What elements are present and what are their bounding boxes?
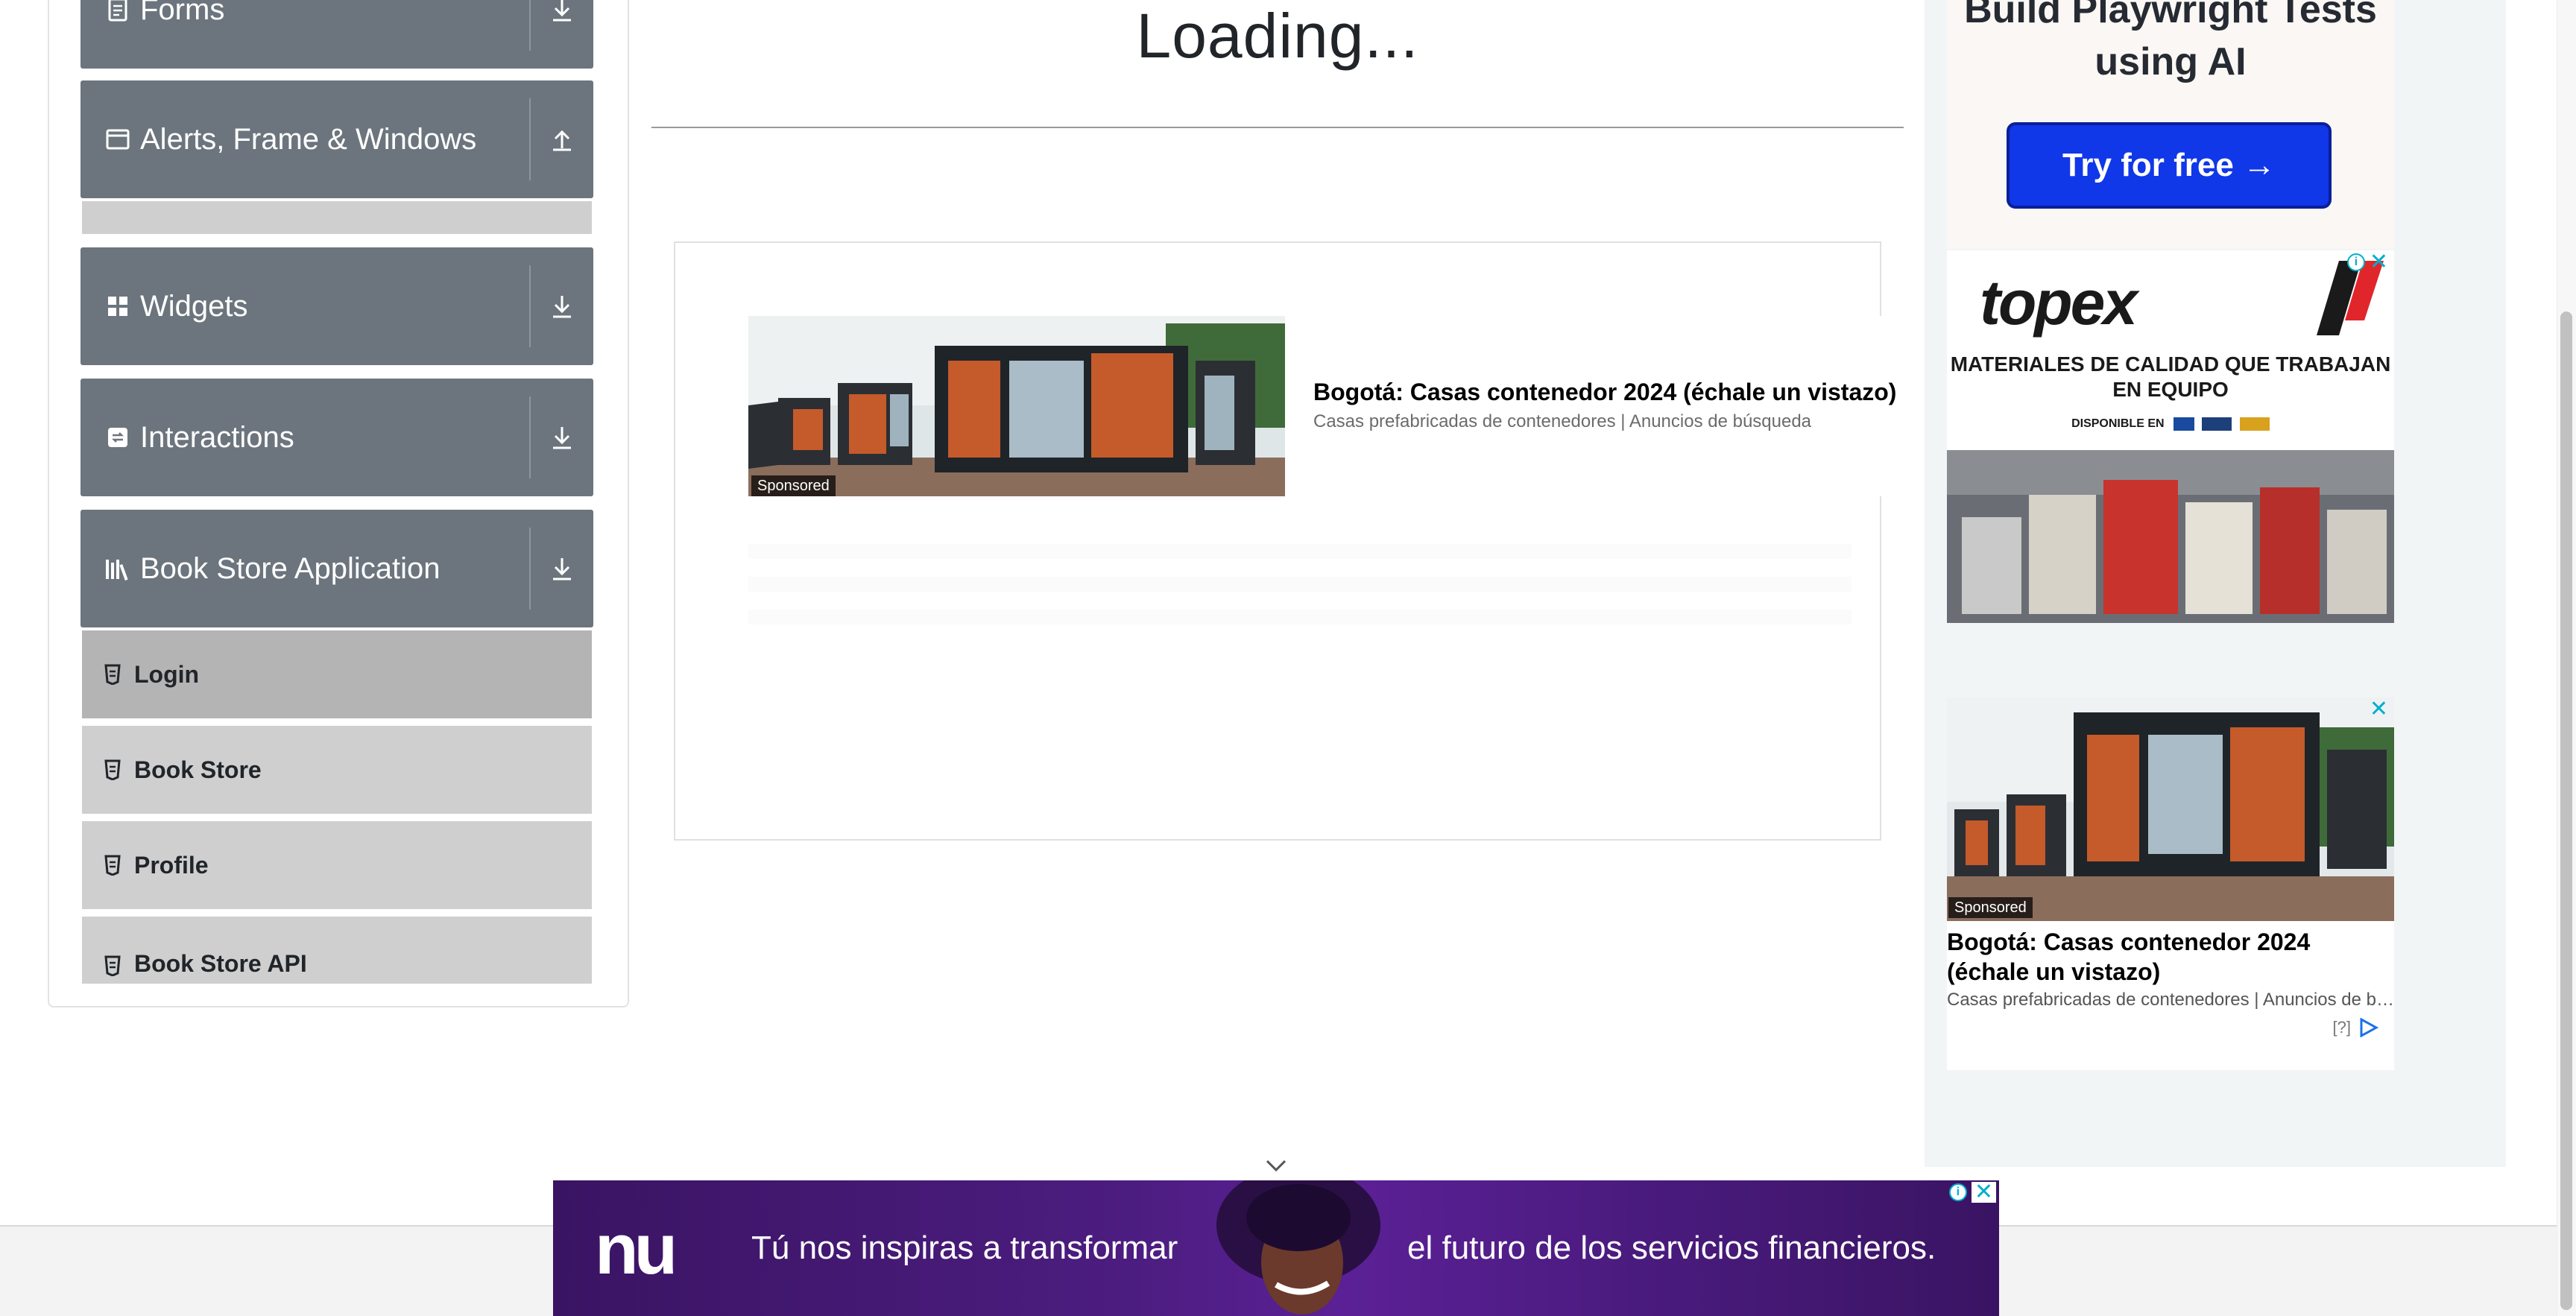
scrollbar-thumb[interactable] bbox=[2560, 311, 2572, 1310]
banner-text-left: Tú nos inspiras a transformar bbox=[751, 1230, 1178, 1266]
html5-icon bbox=[104, 853, 124, 877]
try-for-free-button[interactable]: Try for free → bbox=[2007, 122, 2332, 209]
collapsed-menu-stub bbox=[82, 201, 592, 234]
house-ad-headline[interactable]: Bogotá: Casas contenedor 2024 (échale un… bbox=[1947, 927, 2394, 987]
menu-item-label: Book Store bbox=[134, 756, 262, 783]
store-logo bbox=[2174, 417, 2194, 431]
sponsored-badge: Sponsored bbox=[1948, 897, 2033, 918]
ad-controls: i ✕ bbox=[2346, 251, 2388, 273]
group-interactions[interactable]: Interactions bbox=[80, 379, 593, 496]
menu-item-profile[interactable]: Profile bbox=[82, 818, 592, 909]
topex-product-photo bbox=[1947, 450, 2394, 623]
topex-logo: topex bbox=[1980, 268, 2138, 338]
download-arrow-icon[interactable] bbox=[531, 247, 593, 365]
widgets-icon bbox=[104, 293, 131, 320]
group-title: Forms bbox=[140, 0, 225, 26]
page-title: Loading... bbox=[1136, 1, 1419, 71]
group-title: Book Store Application bbox=[140, 551, 441, 585]
menu-item-label: Book Store API bbox=[134, 950, 307, 977]
ad-controls: i ✕ bbox=[1948, 1181, 1996, 1203]
available-label: DISPONIBLE EN bbox=[2071, 417, 2165, 431]
ad-controls: ✕ bbox=[2370, 698, 2388, 721]
upload-arrow-icon[interactable] bbox=[531, 80, 593, 198]
store-logo bbox=[2202, 417, 2232, 431]
chevron-down-icon[interactable] bbox=[1261, 1154, 1291, 1176]
house-ad-subtext: Casas prefabricadas de contenedores | An… bbox=[1947, 990, 2394, 1010]
topex-available: DISPONIBLE EN bbox=[1947, 417, 2394, 431]
group-title: Widgets bbox=[140, 289, 248, 323]
ad-headline[interactable]: Bogotá: Casas contenedor 2024 (échale un… bbox=[1313, 379, 1896, 406]
html5-icon bbox=[104, 662, 124, 686]
download-arrow-icon[interactable] bbox=[531, 379, 593, 496]
window-icon bbox=[104, 126, 131, 153]
store-logo bbox=[2239, 417, 2270, 431]
ad-help-link[interactable]: [?] bbox=[2333, 1018, 2351, 1037]
menu-item-book-store[interactable]: Book Store bbox=[82, 723, 592, 814]
interactions-icon bbox=[104, 424, 131, 451]
ad-info-icon[interactable]: i bbox=[1948, 1183, 1967, 1201]
banner-photo bbox=[1216, 1180, 1380, 1315]
group-title: Alerts, Frame & Windows bbox=[140, 122, 477, 156]
playwright-ad-title: Build Playwright Tests using AI bbox=[1964, 0, 2377, 83]
topex-ad[interactable]: topex MATERIALES DE CALIDAD QUE TRABAJAN… bbox=[1947, 250, 2394, 623]
house-ad-image[interactable]: Sponsored ✕ bbox=[1947, 697, 2394, 921]
ad-info-icon[interactable]: i bbox=[2346, 253, 2365, 271]
html5-icon bbox=[104, 954, 124, 978]
topex-tagline: MATERIALES DE CALIDAD QUE TRABAJAN EN EQ… bbox=[1950, 352, 2391, 401]
banner-text-right: el futuro de los servicios financieros. bbox=[1407, 1230, 1936, 1266]
group-title: Interactions bbox=[140, 420, 294, 454]
nu-banner-ad[interactable]: nu Tú nos inspiras a transformar el futu… bbox=[553, 1180, 1999, 1316]
books-icon bbox=[104, 555, 131, 582]
nu-logo: nu bbox=[595, 1209, 678, 1289]
adchoices-icon[interactable] bbox=[2358, 1018, 2379, 1037]
menu-item-label: Profile bbox=[134, 851, 209, 879]
sponsored-badge: Sponsored bbox=[751, 475, 836, 496]
group-widgets[interactable]: Widgets bbox=[80, 247, 593, 365]
title-divider bbox=[651, 127, 1904, 128]
placeholder-rows bbox=[748, 544, 1852, 648]
menu-item-book-store-api[interactable]: Book Store API bbox=[82, 914, 592, 984]
menu-item-label: Login bbox=[134, 660, 200, 688]
group-forms[interactable]: Forms bbox=[80, 0, 593, 69]
html5-icon bbox=[104, 758, 124, 782]
ad-close-icon[interactable]: ✕ bbox=[1971, 1181, 1996, 1203]
ad-footer: [?] bbox=[2333, 1018, 2379, 1037]
menu-item-login[interactable]: Login bbox=[82, 627, 592, 718]
ad-image[interactable]: Sponsored bbox=[748, 316, 1285, 496]
ad-close-icon[interactable]: ✕ bbox=[2370, 251, 2388, 273]
download-arrow-icon[interactable] bbox=[531, 0, 593, 69]
ad-close-icon[interactable]: ✕ bbox=[2370, 698, 2388, 721]
ad-subtext: Casas prefabricadas de contenedores | An… bbox=[1313, 411, 1812, 431]
group-alerts-frame-windows[interactable]: Alerts, Frame & Windows bbox=[80, 80, 593, 198]
house-ad[interactable]: Sponsored ✕ Bogotá: Casas contenedor 202… bbox=[1947, 697, 2394, 1070]
document-icon bbox=[104, 0, 131, 23]
download-arrow-icon[interactable] bbox=[531, 510, 593, 627]
group-book-store-application[interactable]: Book Store Application bbox=[80, 510, 593, 627]
